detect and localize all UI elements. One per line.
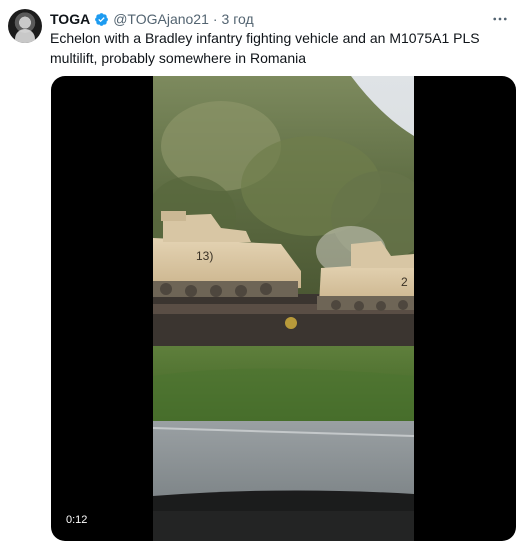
vehicle-marking-right: 2 <box>401 275 408 289</box>
avatar[interactable] <box>8 9 42 43</box>
video-duration-badge: 0:12 <box>61 511 93 529</box>
video-player[interactable]: 13) 2 0:12 <box>51 76 516 541</box>
vehicle-marking-left: 13) <box>196 249 213 263</box>
video-frame: 13) 2 <box>153 76 414 541</box>
verified-badge-icon <box>95 12 109 26</box>
tweet-header: TOGA @TOGAjano21 · 3 год <box>50 10 481 28</box>
display-name[interactable]: TOGA <box>50 11 90 27</box>
tweet-card: TOGA @TOGAjano21 · 3 год Echelon with a … <box>0 0 521 548</box>
tweet-text: Echelon with a Bradley infantry fighting… <box>50 30 480 66</box>
tweet-timestamp[interactable]: 3 год <box>222 11 254 27</box>
header-separator: · <box>212 11 218 27</box>
user-handle[interactable]: @TOGAjano21 <box>113 11 209 27</box>
more-horizontal-icon[interactable] <box>491 10 509 28</box>
